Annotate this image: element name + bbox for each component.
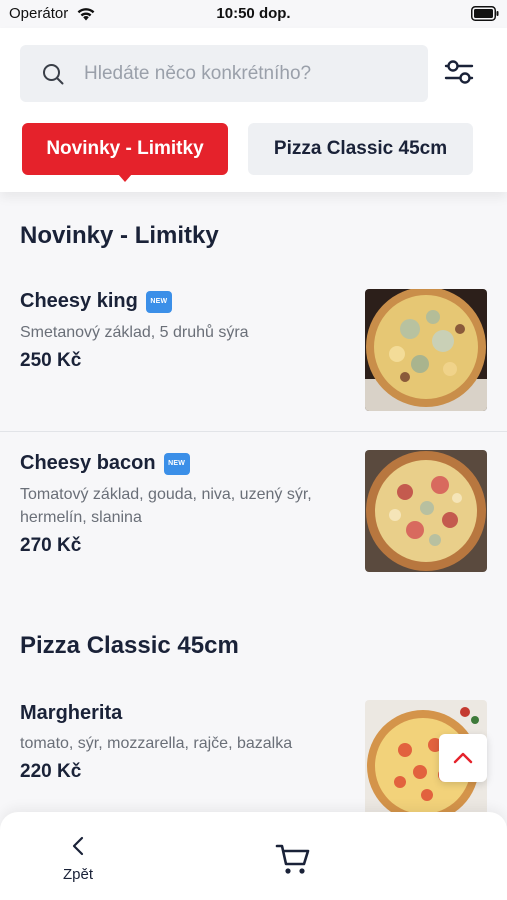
- section-title-pizza-classic: Pizza Classic 45cm: [20, 632, 239, 659]
- chevron-up-icon: [453, 752, 473, 764]
- divider: [0, 431, 507, 432]
- category-chip-novinky[interactable]: Novinky - Limitky: [22, 123, 228, 182]
- item-name: Cheesy bacon: [20, 452, 156, 474]
- category-chip-label: Novinky - Limitky: [46, 138, 204, 159]
- item-description: Smetanový základ, 5 druhů sýra: [20, 324, 249, 341]
- item-name: Margherita: [20, 702, 123, 724]
- active-chip-pointer: [118, 174, 132, 182]
- item-price: 220 Kč: [20, 761, 82, 782]
- item-name-row: Cheesy bacon NEW: [20, 452, 190, 475]
- new-badge-icon: NEW: [145, 290, 172, 313]
- battery-icon: [471, 6, 499, 21]
- category-chip-label: Pizza Classic 45cm: [273, 138, 448, 159]
- category-chip-pizza-classic[interactable]: Pizza Classic 45cm: [248, 123, 473, 175]
- item-name-row: Margherita: [20, 702, 122, 725]
- filter-icon[interactable]: [444, 59, 474, 85]
- search-icon: [43, 64, 64, 85]
- search-input[interactable]: [84, 45, 414, 102]
- status-time: 10:50 dop.: [216, 5, 291, 22]
- bottom-navigation-bar: Zpět: [0, 812, 507, 900]
- new-badge-icon: NEW: [163, 452, 190, 475]
- search-box[interactable]: [20, 45, 428, 102]
- pizza-image: [365, 289, 487, 411]
- status-bar: Operátor 10:50 dop.: [0, 0, 507, 28]
- section-title-novinky: Novinky - Limitky: [20, 222, 219, 249]
- item-name-row: Cheesy king NEW: [20, 290, 172, 313]
- chevron-left-icon: [72, 836, 84, 856]
- back-label: Zpět: [62, 866, 93, 883]
- pizza-image: [365, 450, 487, 572]
- item-price: 250 Kč: [20, 350, 82, 371]
- scroll-to-top-button[interactable]: [439, 734, 487, 782]
- item-price: 270 Kč: [20, 535, 82, 556]
- cart-icon[interactable]: [275, 840, 311, 876]
- header-panel: Novinky - Limitky Pizza Classic 45cm: [0, 28, 507, 192]
- item-name: Cheesy king: [20, 290, 138, 312]
- item-description: tomato, sýr, mozzarella, rajče, bazalka: [20, 735, 293, 752]
- item-description: Tomatový základ, gouda, niva, uzený sýr,…: [20, 486, 312, 526]
- back-button[interactable]: Zpět: [52, 834, 104, 884]
